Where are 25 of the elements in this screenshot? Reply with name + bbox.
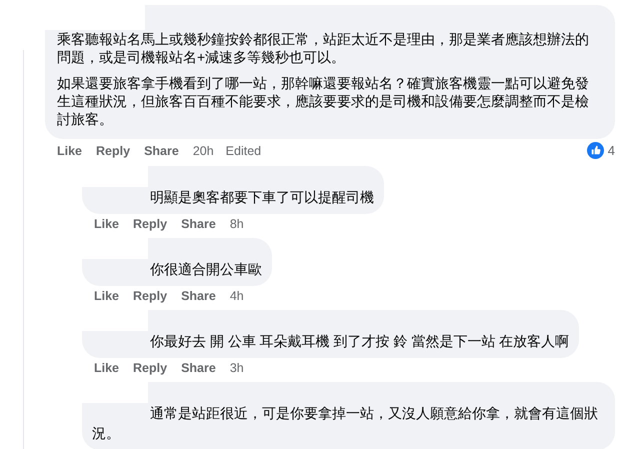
edited-label: Edited bbox=[226, 144, 262, 158]
action-link[interactable]: Reply bbox=[133, 217, 168, 231]
timestamp: 3h bbox=[230, 361, 244, 375]
action-link[interactable]: Share bbox=[181, 289, 216, 303]
action-link[interactable]: Like bbox=[57, 144, 82, 158]
action-link[interactable]: Share bbox=[181, 361, 216, 375]
reply-text: 通常是站距很近，可是你要拿掉一站，又沒人願意給你拿，就會有這個狀況。 bbox=[92, 404, 599, 443]
like-reaction-icon bbox=[586, 142, 604, 159]
action-link[interactable]: Like bbox=[94, 289, 120, 303]
action-link[interactable]: Share bbox=[144, 144, 179, 158]
comment-text: 如果還要旅客拿手機看到了哪一站，那幹嘛還要報站名？確實旅客機靈一點可以避免發生這種狀況，但旅客百百種不能要求，應該要要求的是司機和設備要怎麼調整而不是檢討旅客。 bbox=[57, 74, 590, 128]
reply-text: 你很適合開公車歐 bbox=[149, 260, 262, 279]
timestamp: 20h bbox=[192, 144, 214, 158]
action-link[interactable]: Reply bbox=[96, 144, 130, 158]
action-link[interactable]: Reply bbox=[133, 289, 168, 303]
action-link[interactable]: Like bbox=[94, 217, 120, 231]
comment-text: 乘客聽報站名馬上或幾秒鐘按鈴都很正常，站距太近不是理由，那是業者應該想辦法的問題，或是司機報站名+減速多等幾秒也可以。 bbox=[57, 30, 590, 66]
timestamp: 8h bbox=[230, 217, 244, 231]
reply-text: 你最好去 開 公車 耳朵戴耳機 到了才按 鈴 當然是下一站 在放客人啊 bbox=[149, 332, 570, 351]
action-link[interactable]: Share bbox=[181, 217, 216, 231]
reaction-count: 4 bbox=[608, 143, 615, 158]
action-link[interactable]: Reply bbox=[133, 361, 168, 375]
reply-text: 明顯是奧客都要下車了可以提醒司機 bbox=[149, 188, 374, 207]
timestamp: 4h bbox=[230, 289, 244, 303]
action-link[interactable]: Like bbox=[94, 361, 120, 375]
